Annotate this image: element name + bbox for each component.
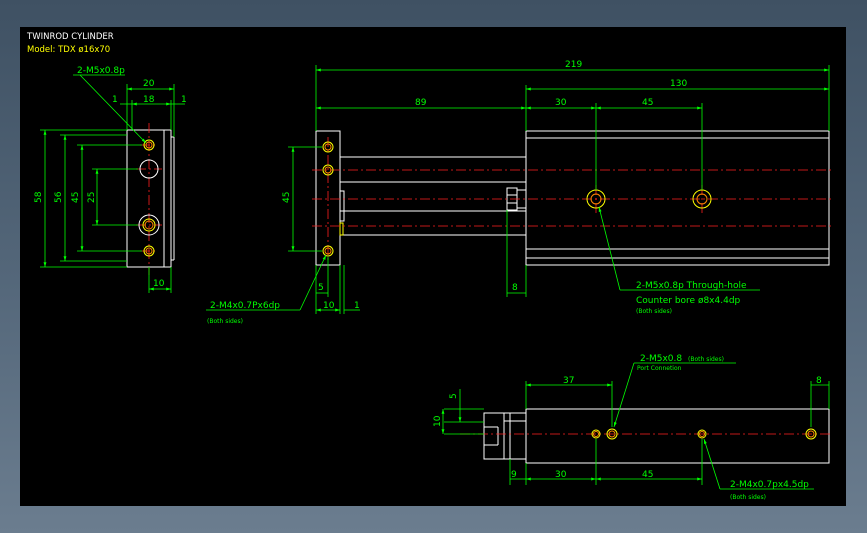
bottom-note-port: 2-M5x0.8 — [640, 354, 682, 364]
end-view: 58 56 45 25 20 18 1 1 10 2-M5x0.8p — [34, 66, 187, 293]
side-dim-10: 10 — [323, 301, 335, 311]
bottom-dim-30: 30 — [555, 470, 567, 480]
end-dim-25: 25 — [87, 192, 97, 203]
end-dim-20: 20 — [143, 79, 155, 89]
bottom-body — [525, 408, 830, 464]
side-dim-30: 30 — [555, 98, 567, 108]
side-dim-45-top: 45 — [642, 98, 653, 108]
side-dim-1: 1 — [354, 301, 360, 311]
side-note-through-sub: (Both sides) — [636, 308, 672, 315]
side-dim-8: 8 — [512, 283, 518, 293]
side-dim-130: 130 — [670, 79, 687, 89]
drawing-title: TWINROD CYLINDER — [26, 32, 114, 42]
bottom-dim-37: 37 — [563, 376, 574, 386]
end-dim-56: 56 — [54, 191, 64, 203]
bottom-note-port-sub: Port Connetion — [637, 365, 682, 372]
end-dim-10: 10 — [153, 279, 165, 289]
side-note-m4-sub: (Both sides) — [207, 318, 243, 325]
bottom-dim-8: 8 — [816, 376, 822, 386]
side-dim-89: 89 — [415, 98, 427, 108]
side-note-counter: Counter bore ø8x4.4dp — [636, 296, 741, 306]
bottom-dim-10: 10 — [433, 415, 443, 427]
bottom-note-m4-sub: (Both sides) — [730, 494, 766, 501]
end-dim-18: 18 — [143, 95, 155, 105]
cad-viewport[interactable]: TWINROD CYLINDER Model: TDX ø16x70 58 56 — [20, 27, 846, 506]
model-label: Model: TDX ø16x70 — [27, 45, 110, 55]
side-dim-5: 5 — [318, 283, 324, 293]
side-note-through: 2-M5x0.8p Through-hole — [636, 281, 747, 291]
bottom-dim-45: 45 — [642, 470, 653, 480]
end-dim-1b: 1 — [181, 95, 187, 105]
twinrod-cylinder-drawing: TWINROD CYLINDER Model: TDX ø16x70 58 56 — [26, 32, 832, 501]
end-dim-58: 58 — [34, 191, 44, 203]
side-dim-45: 45 — [282, 192, 292, 203]
bottom-dim-9: 9 — [511, 470, 517, 480]
end-note-m5: 2-M5x0.8p — [77, 66, 125, 76]
side-note-m4: 2-M4x0.7Px6dp — [210, 301, 280, 311]
bottom-dim-5: 5 — [449, 393, 459, 399]
side-dim-219: 219 — [565, 60, 582, 70]
side-view: 219 130 89 30 45 45 5 10 1 8 2-M4x0.7Px6… — [206, 60, 832, 325]
bottom-view: 37 8 5 10 9 30 45 2-M5x0.8 (Both sides) … — [433, 354, 832, 501]
cylinder-body — [525, 130, 830, 266]
end-dim-1a: 1 — [112, 95, 118, 105]
bottom-note-port-both: (Both sides) — [688, 356, 724, 363]
end-dim-45: 45 — [71, 192, 81, 203]
bottom-note-m4: 2-M4x0.7px4.5dp — [730, 480, 809, 490]
